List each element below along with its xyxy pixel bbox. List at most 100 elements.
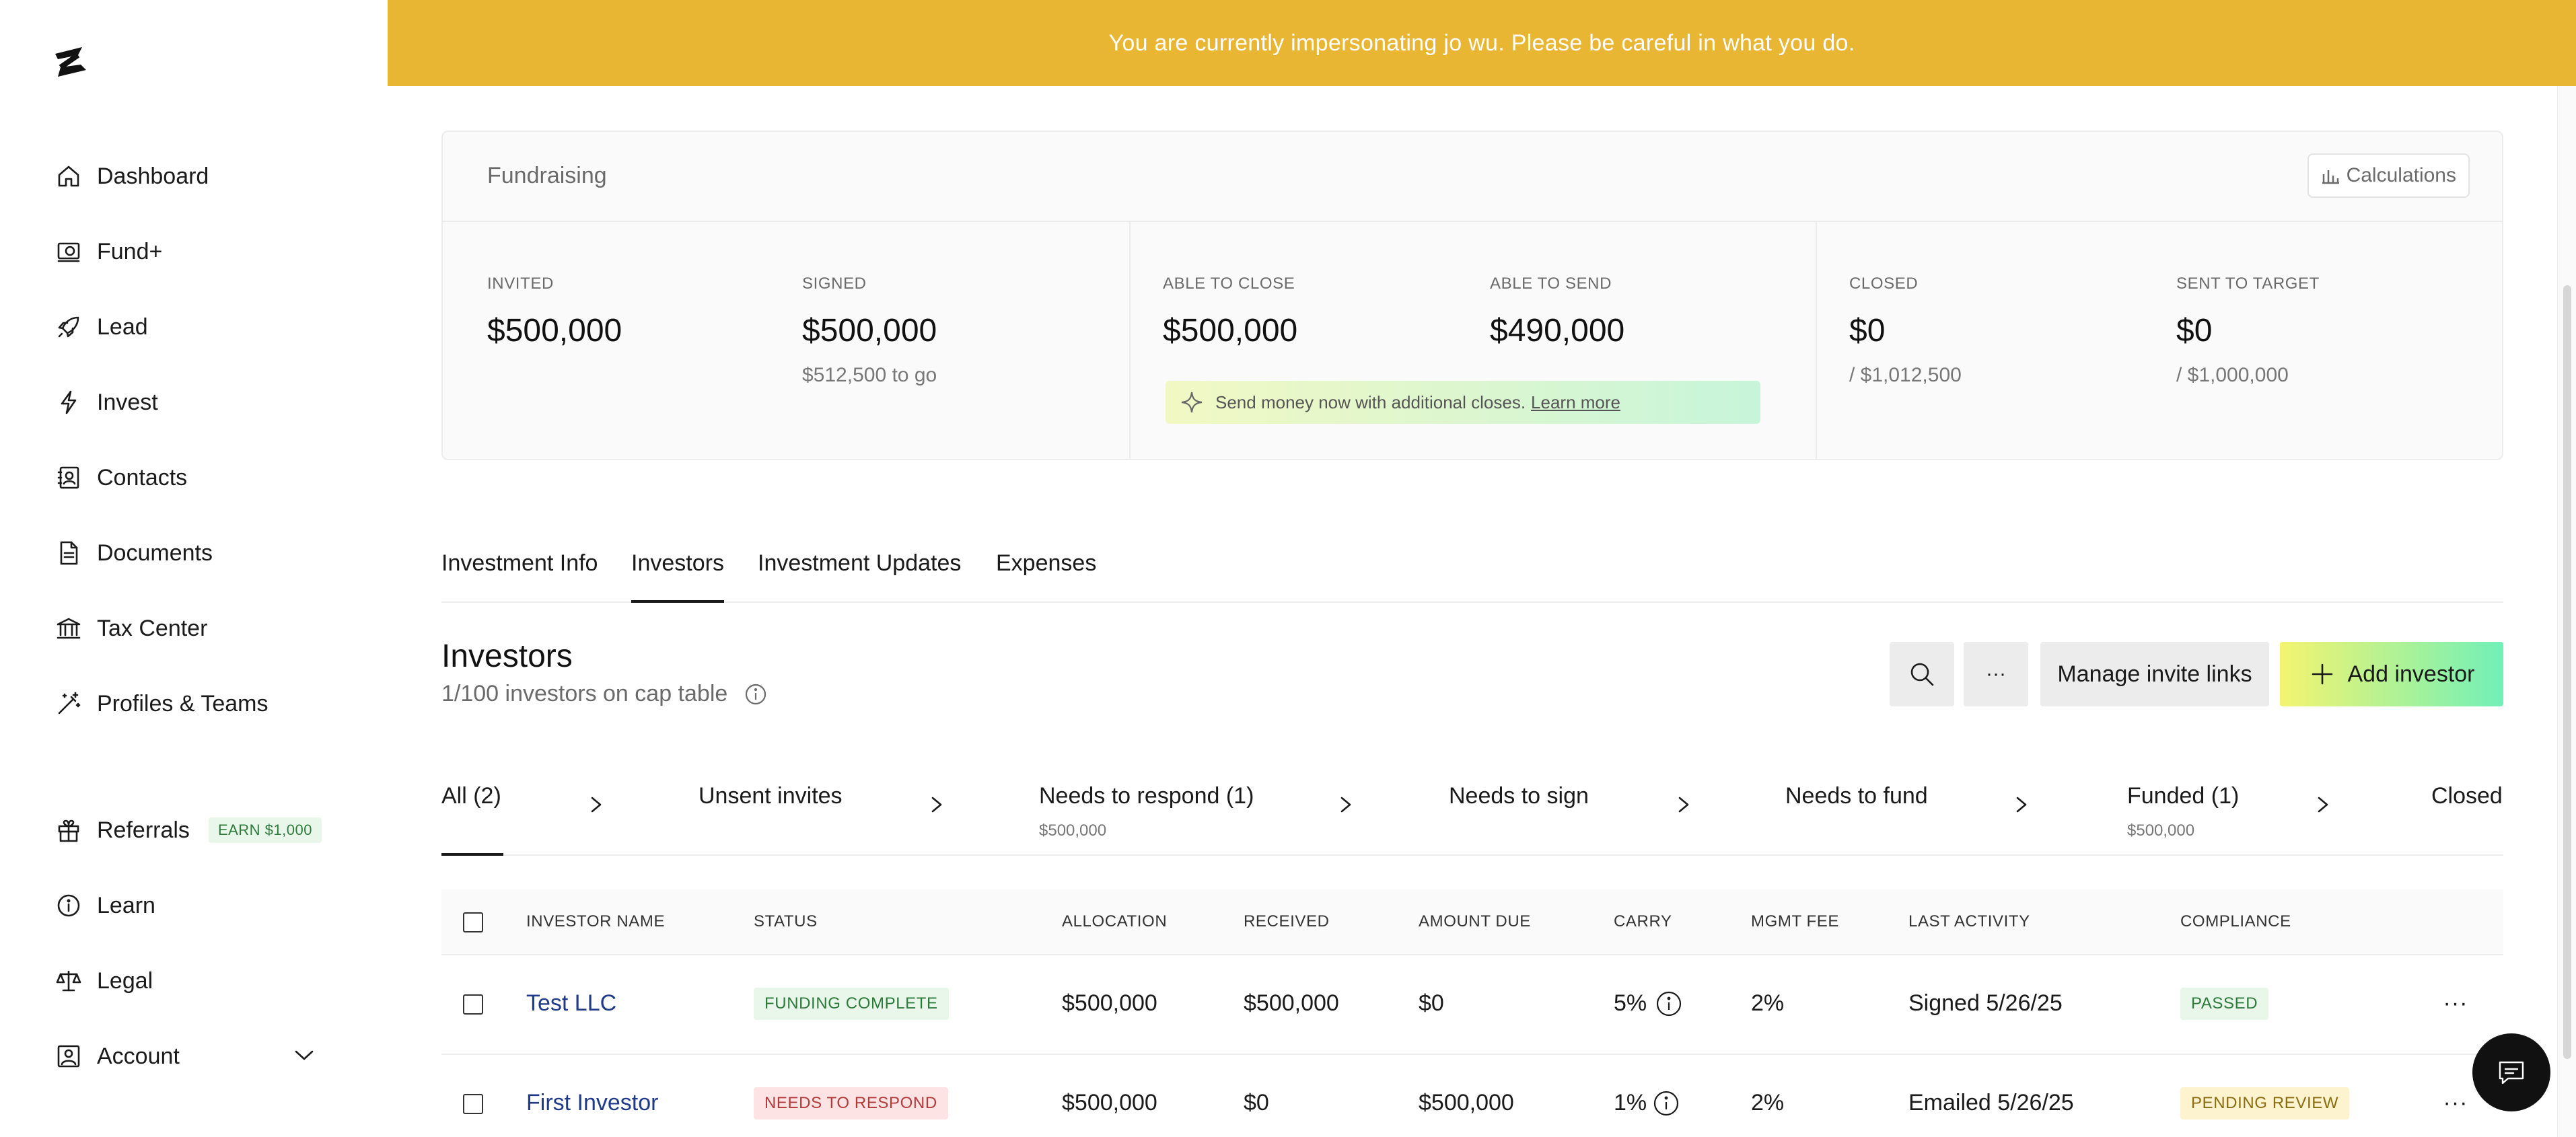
col-investor-name[interactable]: INVESTOR NAME (526, 912, 665, 931)
contact-card-icon (54, 463, 83, 492)
mgmt-fee-value: 2% (1751, 990, 1785, 1016)
tab-investment-updates[interactable]: Investment Updates (758, 544, 961, 603)
row-actions-menu[interactable]: ··· (2439, 986, 2472, 1020)
gift-icon (54, 815, 83, 845)
tab-expenses[interactable]: Expenses (996, 544, 1096, 603)
sidebar-item-label: Referrals (97, 817, 190, 843)
sidebar-item-profiles-teams[interactable]: Profiles & Teams (54, 684, 268, 724)
sidebar-item-label: Account (97, 1043, 180, 1069)
logo-icon[interactable] (51, 44, 90, 79)
stat-able-to-send: ABLE TO SEND $490,000 (1490, 274, 1624, 349)
chevron-down-icon[interactable] (291, 1041, 318, 1072)
sidebar-item-label: Dashboard (97, 163, 209, 189)
stat-invited: INVITED $500,000 (487, 274, 622, 349)
table-row[interactable]: First Investor NEEDS TO RESPOND $500,000… (441, 1055, 2503, 1137)
sidebar-item-label: Fund+ (97, 238, 163, 264)
col-amount-due[interactable]: AMOUNT DUE (1419, 912, 1531, 931)
chat-support-button[interactable] (2472, 1033, 2550, 1111)
stat-value: $0 (2176, 313, 2213, 349)
stat-label: SENT TO TARGET (2176, 274, 2320, 293)
col-allocation[interactable]: ALLOCATION (1062, 912, 1167, 931)
mgmt-fee-value: 2% (1751, 1090, 1785, 1115)
row-actions-menu[interactable]: ··· (2439, 1086, 2472, 1120)
fund-col-close-send: ABLE TO CLOSE $500,000 ABLE TO SEND $490… (1129, 222, 1816, 459)
info-circle-icon (54, 891, 83, 920)
scale-icon (54, 966, 83, 996)
impersonation-banner: You are currently impersonating jo wu. P… (388, 0, 2576, 86)
tab-investment-info[interactable]: Investment Info (441, 544, 598, 603)
sidebar-item-invest[interactable]: Invest (54, 382, 158, 423)
col-status[interactable]: STATUS (754, 912, 818, 931)
calculations-button[interactable]: Calculations (2307, 153, 2470, 198)
last-activity-value: Emailed 5/26/25 (1908, 1090, 2074, 1115)
investors-count-text: 1/100 investors on cap table (441, 681, 728, 706)
filter-label: Funded (1) (2127, 783, 2240, 809)
col-compliance[interactable]: COMPLIANCE (2180, 912, 2291, 931)
bank-icon (54, 614, 83, 643)
sidebar-item-dashboard[interactable]: Dashboard (54, 156, 209, 196)
investors-title: Investors (441, 638, 573, 674)
stat-value: $490,000 (1490, 313, 1625, 349)
filter-needs-to-sign[interactable]: Needs to sign (1449, 764, 1597, 856)
sidebar-item-referrals[interactable]: Referrals EARN $1,000 (54, 810, 322, 850)
sidebar-item-account[interactable]: Account (54, 1036, 323, 1076)
sidebar-item-lead[interactable]: Lead (54, 307, 148, 347)
sidebar-item-learn[interactable]: Learn (54, 885, 155, 926)
tab-investors[interactable]: Investors (631, 544, 724, 603)
stat-label: CLOSED (1849, 274, 1919, 293)
more-options-button[interactable]: ··· (1964, 642, 2028, 706)
col-last-activity[interactable]: LAST ACTIVITY (1908, 912, 2030, 931)
filter-label: Needs to respond (1) (1039, 783, 1254, 809)
compliance-badge: PASSED (2180, 988, 2269, 1020)
stat-value: $0 (1849, 313, 1886, 349)
filter-unsent-invites[interactable]: Unsent invites (699, 764, 843, 856)
sidebar-item-documents[interactable]: Documents (54, 533, 213, 573)
ellipsis-icon: ··· (1986, 663, 2006, 685)
vertical-scrollbar[interactable] (2557, 86, 2576, 1137)
filter-needs-to-fund[interactable]: Needs to fund (1785, 764, 1933, 856)
filter-closed[interactable]: Closed (2431, 764, 2503, 856)
status-badge: FUNDING COMPLETE (754, 988, 949, 1020)
col-carry[interactable]: CARRY (1614, 912, 1672, 931)
filter-needs-to-respond[interactable]: Needs to respond (1) $500,000 (1039, 764, 1254, 856)
filter-all[interactable]: All (2) (441, 764, 503, 856)
fund-col-invited-signed: INVITED $500,000 SIGNED $500,000 $512,50… (443, 222, 1129, 459)
scrollbar-thumb[interactable] (2563, 285, 2571, 1059)
received-value: $0 (1244, 1090, 1269, 1115)
col-received[interactable]: RECEIVED (1244, 912, 1330, 931)
add-investor-button[interactable]: Add investor (2280, 642, 2503, 706)
sidebar-item-fund-plus[interactable]: Fund+ (54, 231, 162, 272)
table-header: INVESTOR NAME STATUS ALLOCATION RECEIVED… (441, 889, 2503, 955)
row-checkbox[interactable] (463, 1094, 483, 1114)
manage-invite-links-button[interactable]: Manage invite links (2040, 642, 2269, 706)
sidebar-item-tax-center[interactable]: Tax Center (54, 608, 207, 649)
calculations-label: Calculations (2346, 164, 2456, 186)
filter-label: Unsent invites (699, 783, 843, 809)
account-icon (54, 1041, 83, 1071)
last-activity-value: Signed 5/26/25 (1908, 990, 2063, 1016)
table-row[interactable]: Test LLC FUNDING COMPLETE $500,000 $500,… (441, 955, 2503, 1055)
sidebar-item-legal[interactable]: Legal (54, 961, 153, 1001)
info-icon[interactable] (1651, 1089, 1681, 1118)
row-checkbox[interactable] (463, 994, 483, 1015)
send-note-text: Send money now with additional closes. (1215, 392, 1526, 412)
received-value: $500,000 (1244, 990, 1339, 1016)
select-all-checkbox[interactable] (463, 912, 483, 932)
sidebar-item-label: Invest (97, 389, 158, 415)
sidebar-item-label: Learn (97, 892, 155, 918)
info-icon[interactable] (744, 682, 768, 706)
filter-label: Closed (2431, 783, 2503, 809)
search-button[interactable] (1890, 642, 1954, 706)
fundraising-card: Fundraising Calculations INVITED $500,00… (441, 131, 2503, 460)
compliance-badge: PENDING REVIEW (2180, 1087, 2350, 1120)
learn-more-link[interactable]: Learn more (1531, 392, 1620, 413)
filter-funded[interactable]: Funded (1) $500,000 (2127, 764, 2248, 856)
sidebar-item-label: Tax Center (97, 615, 208, 641)
investor-name-link[interactable]: Test LLC (526, 990, 616, 1017)
info-icon[interactable] (1654, 989, 1684, 1019)
col-mgmt-fee[interactable]: MGMT FEE (1751, 912, 1839, 931)
sidebar-item-contacts[interactable]: Contacts (54, 457, 187, 498)
investor-name-link[interactable]: First Investor (526, 1090, 658, 1116)
fundraising-header: Fundraising Calculations (443, 132, 2502, 222)
banner-text: You are currently impersonating jo wu. P… (1108, 30, 1855, 56)
